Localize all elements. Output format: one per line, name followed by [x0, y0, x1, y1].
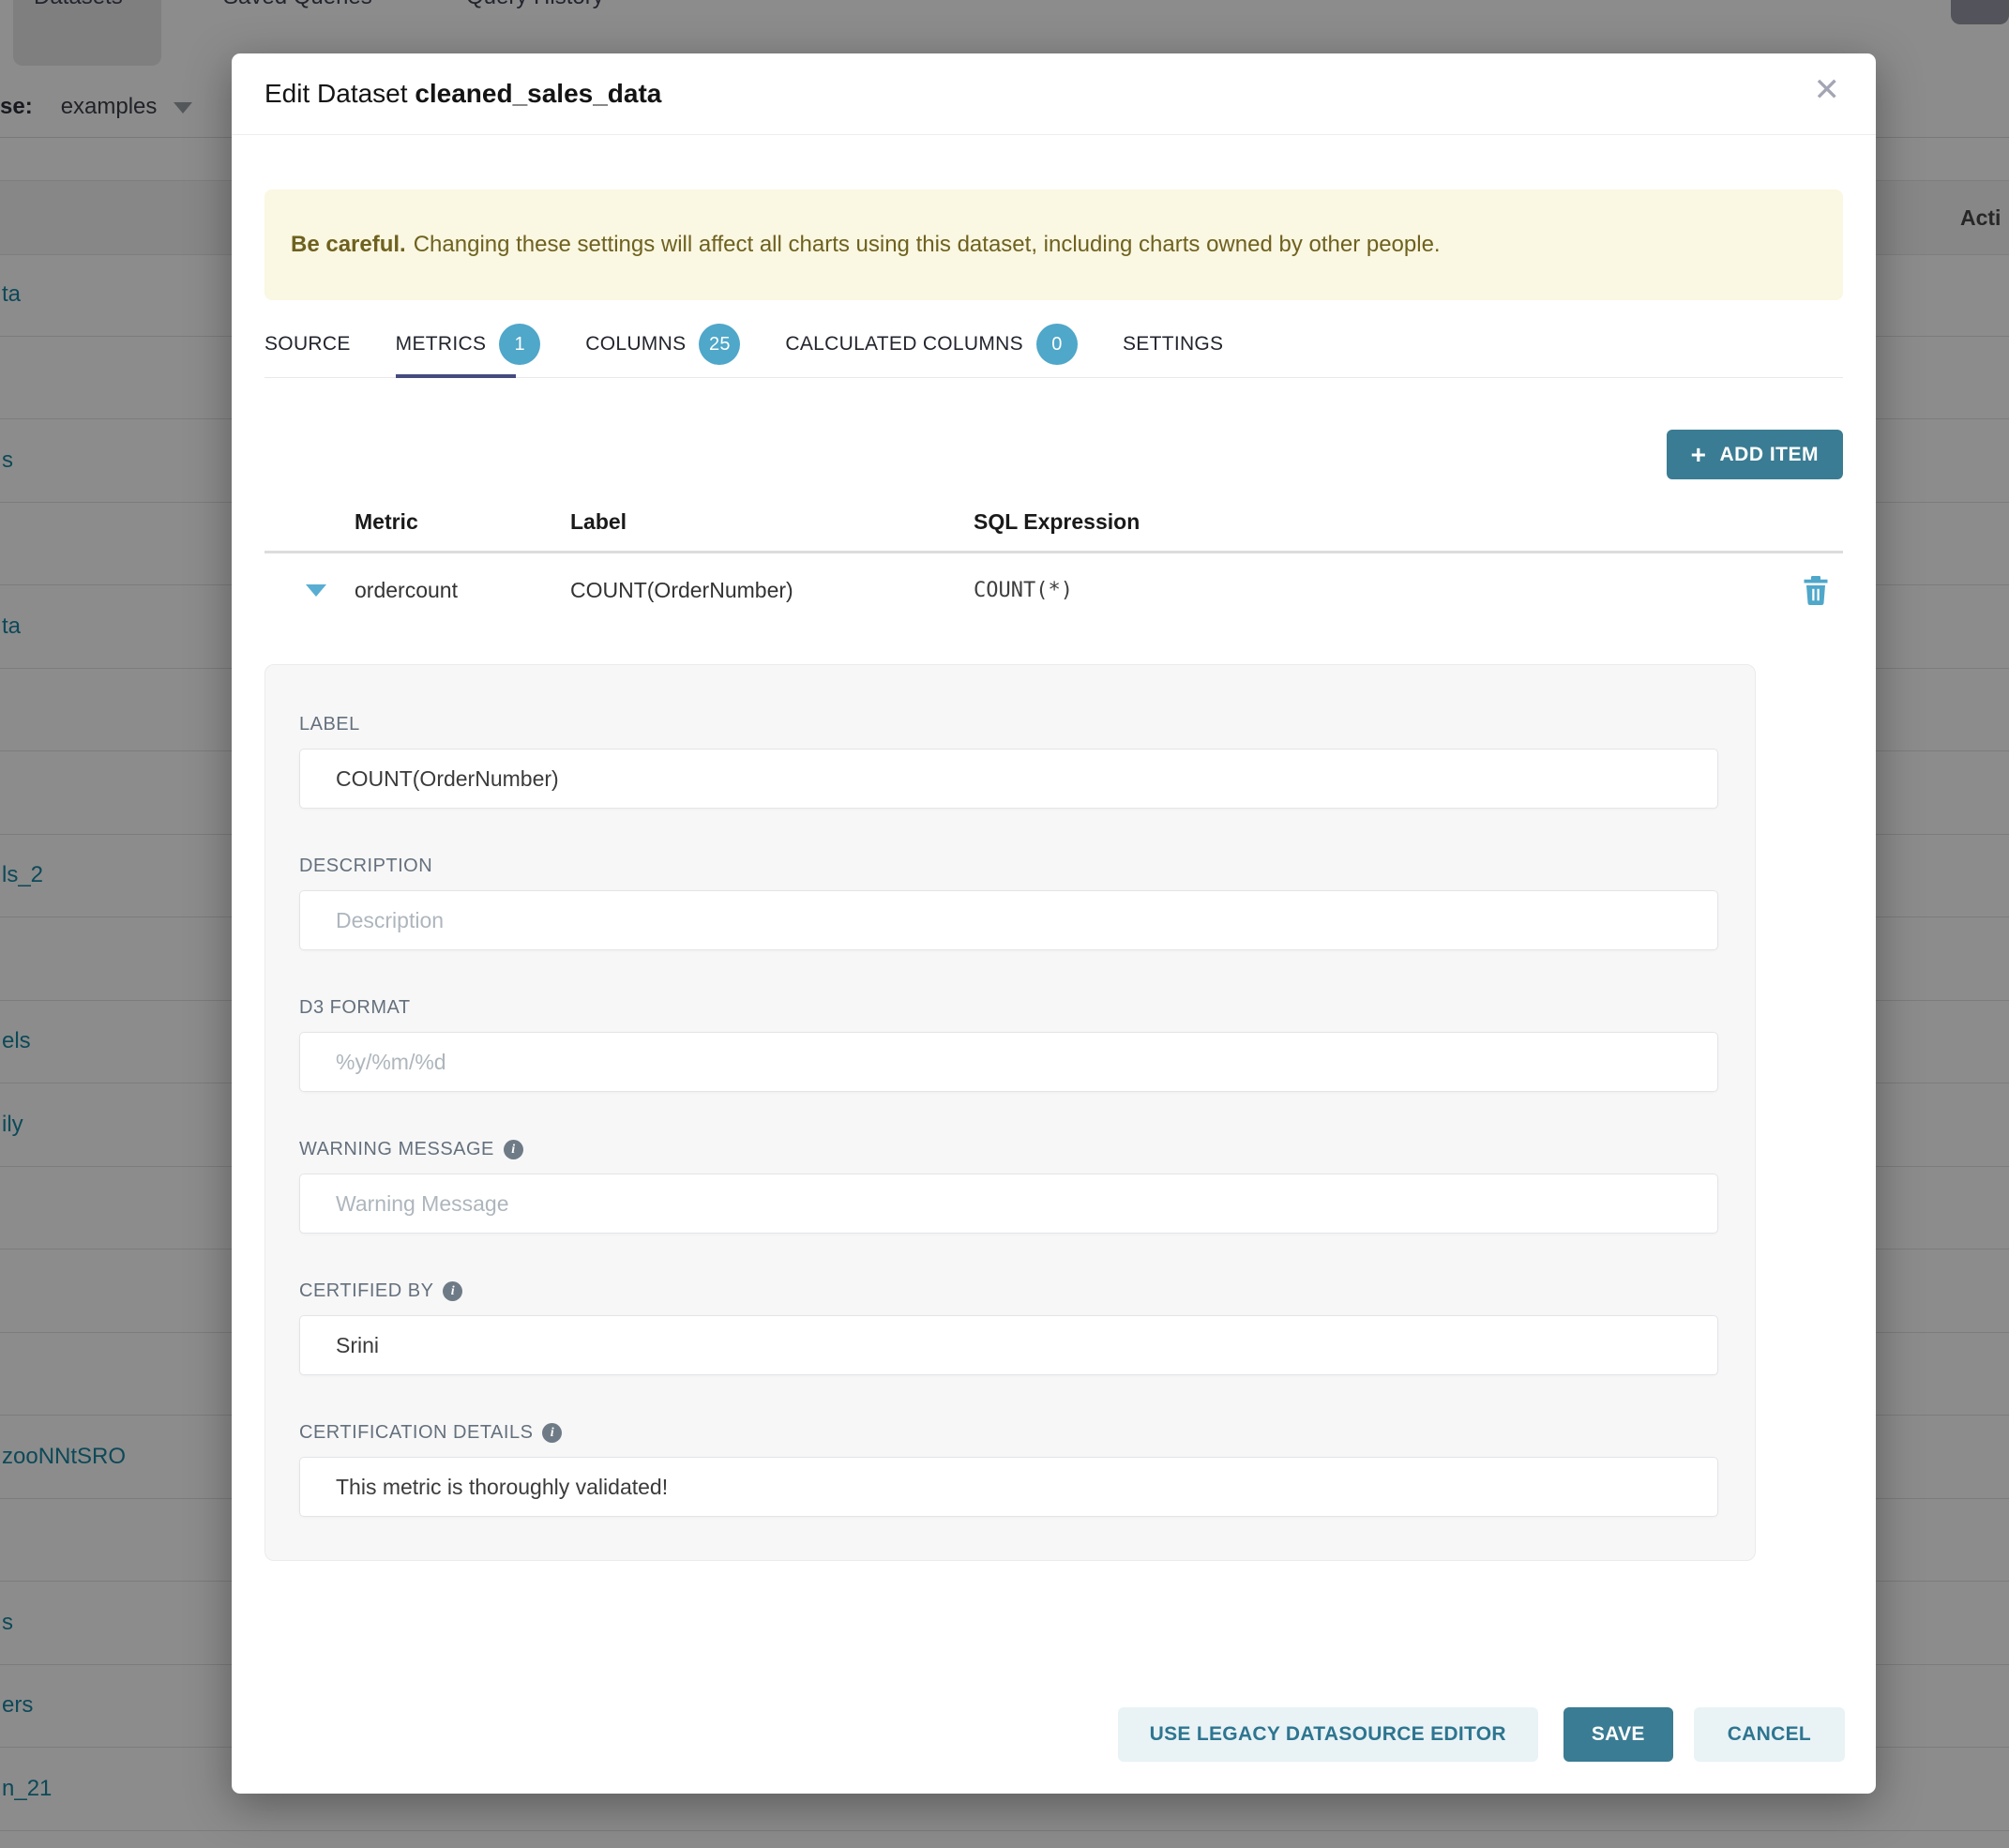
field-certified-by-caption: CERTIFIED BY i — [299, 1280, 1718, 1302]
tab-source[interactable]: SOURCE — [264, 311, 351, 377]
metric-row: ordercount COUNT(OrderNumber) COUNT(*) — [264, 553, 1843, 627]
modal-title: Edit Dataset cleaned_sales_data — [264, 79, 661, 109]
warning-message-input[interactable] — [299, 1174, 1718, 1234]
modal-body: Be careful. Changing these settings will… — [232, 189, 1876, 1561]
tab-count-badge: 1 — [499, 324, 540, 365]
field-warning-message-caption: WARNING MESSAGE i — [299, 1139, 1718, 1160]
metrics-table: Metric Label SQL Expression ordercount C… — [264, 492, 1843, 627]
field-certification-details: CERTIFICATION DETAILS i — [299, 1422, 1718, 1517]
tab-label: SETTINGS — [1123, 333, 1223, 356]
modal-dataset-name: cleaned_sales_data — [415, 79, 661, 108]
close-icon[interactable]: ✕ — [1814, 74, 1841, 106]
column-header-metric: Metric — [355, 509, 570, 535]
field-label: LABEL — [299, 714, 1718, 809]
tab-label: METRICS — [396, 333, 487, 356]
tab-label: CALCULATED COLUMNS — [785, 333, 1023, 356]
label-input[interactable] — [299, 749, 1718, 809]
metrics-table-header: Metric Label SQL Expression — [264, 492, 1843, 553]
warning-banner-text: Changing these settings will affect all … — [414, 232, 1441, 258]
tab-calculated-columns[interactable]: CALCULATED COLUMNS 0 — [785, 311, 1078, 377]
metric-detail-form: LABEL DESCRIPTION D3 FORMAT WARNING MESS… — [264, 664, 1756, 1561]
cancel-button[interactable]: CANCEL — [1694, 1707, 1845, 1762]
field-certified-by: CERTIFIED BY i — [299, 1280, 1718, 1375]
tab-count-badge: 25 — [699, 324, 740, 365]
column-header-sql-expression: SQL Expression — [974, 509, 1777, 535]
tab-label: COLUMNS — [585, 333, 686, 356]
add-item-button[interactable]: + ADD ITEM — [1667, 430, 1843, 479]
d3-format-input[interactable] — [299, 1032, 1718, 1092]
field-description: DESCRIPTION — [299, 856, 1718, 950]
field-description-caption: DESCRIPTION — [299, 856, 1718, 877]
warning-banner-bold: Be careful. — [291, 232, 406, 258]
field-d3-format: D3 FORMAT — [299, 997, 1718, 1092]
field-certification-details-caption: CERTIFICATION DETAILS i — [299, 1422, 1718, 1444]
save-button[interactable]: SAVE — [1563, 1707, 1673, 1762]
plus-icon: + — [1691, 442, 1707, 468]
info-icon: i — [443, 1281, 462, 1301]
metric-sql-expression: COUNT(*) — [974, 579, 1777, 602]
add-item-label: ADD ITEM — [1720, 444, 1820, 466]
modal-header: Edit Dataset cleaned_sales_data ✕ — [232, 53, 1876, 135]
warning-banner: Be careful. Changing these settings will… — [264, 189, 1843, 300]
info-icon: i — [504, 1140, 523, 1159]
field-warning-message: WARNING MESSAGE i — [299, 1139, 1718, 1234]
use-legacy-datasource-editor-button[interactable]: USE LEGACY DATASOURCE EDITOR — [1118, 1707, 1538, 1762]
modal-title-prefix: Edit Dataset — [264, 79, 408, 108]
certification-details-input[interactable] — [299, 1457, 1718, 1517]
tab-count-badge: 0 — [1036, 324, 1078, 365]
tab-settings[interactable]: SETTINGS — [1123, 311, 1223, 377]
modal-tabs: SOURCE METRICS 1 COLUMNS 25 CALCULATED C… — [264, 311, 1843, 378]
tab-columns[interactable]: COLUMNS 25 — [585, 311, 740, 377]
info-icon: i — [542, 1423, 562, 1443]
tab-metrics[interactable]: METRICS 1 — [396, 311, 541, 377]
add-item-row: + ADD ITEM — [264, 430, 1843, 479]
delete-metric-icon[interactable] — [1802, 574, 1830, 606]
tab-label: SOURCE — [264, 333, 351, 356]
column-header-label: Label — [570, 509, 974, 535]
field-label-caption: LABEL — [299, 714, 1718, 735]
metric-label: COUNT(OrderNumber) — [570, 578, 974, 603]
certified-by-input[interactable] — [299, 1315, 1718, 1375]
metric-name: ordercount — [355, 578, 570, 603]
edit-dataset-modal: Edit Dataset cleaned_sales_data ✕ Be car… — [232, 53, 1876, 1794]
expand-caret-icon[interactable] — [306, 584, 326, 597]
field-d3-format-caption: D3 FORMAT — [299, 997, 1718, 1019]
description-input[interactable] — [299, 890, 1718, 950]
modal-footer: USE LEGACY DATASOURCE EDITOR SAVE CANCEL — [232, 1707, 1876, 1794]
